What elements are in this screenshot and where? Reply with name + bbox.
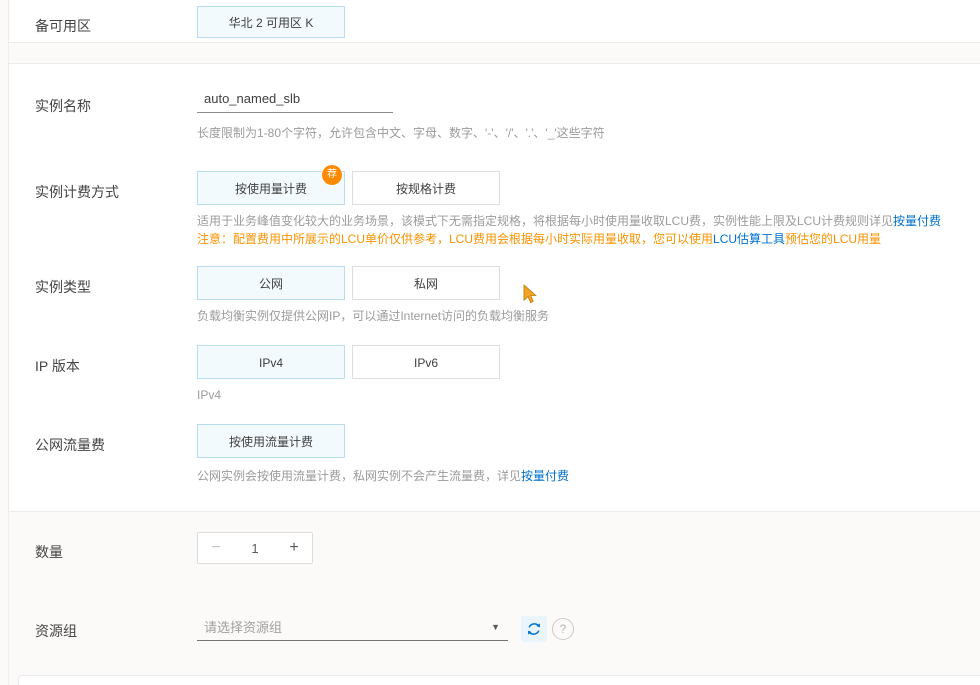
backup-zone-button[interactable]: 华北 2 可用区 K <box>197 6 345 38</box>
traffic-option-by-usage[interactable]: 按使用流量计费 <box>197 424 345 458</box>
refresh-button[interactable] <box>521 616 547 642</box>
billing-note-text: 注意：配置费用中所展示的LCU单价仅供参考，LCU费用会根据每小时实际用量收取，… <box>197 232 713 246</box>
billing-note-suffix: 预估您的LCU用量 <box>785 232 881 246</box>
traffic-fee-hint-text: 公网实例会按使用流量计费，私网实例不会产生流量费，详见 <box>197 469 521 483</box>
promo-badge-icon: 荐 <box>322 165 342 185</box>
refresh-icon <box>526 621 542 637</box>
type-option-private[interactable]: 私网 <box>352 266 500 300</box>
quantity-label: 数量 <box>35 542 63 562</box>
resource-group-select[interactable]: 请选择资源组 ▼ <box>197 613 508 641</box>
public-traffic-fee-label: 公网流量费 <box>35 435 105 455</box>
billing-method-label: 实例计费方式 <box>35 182 119 202</box>
ip-option-ipv6[interactable]: IPv6 <box>352 345 500 379</box>
instance-name-label: 实例名称 <box>35 96 91 116</box>
quantity-stepper: − 1 + <box>197 532 313 564</box>
help-icon[interactable]: ? <box>552 618 574 640</box>
pay-by-usage-link[interactable]: 按量付费 <box>893 214 941 228</box>
mouse-cursor-icon <box>523 284 538 305</box>
billing-option-spec[interactable]: 按规格计费 <box>352 171 500 205</box>
resource-group-label: 资源组 <box>35 621 77 641</box>
ip-version-hint: IPv4 <box>197 388 221 402</box>
instance-type-hint: 负载均衡实例仅提供公网IP，可以通过Internet访问的负载均衡服务 <box>197 307 549 324</box>
backup-zone-label: 备可用区 <box>35 16 91 36</box>
billing-description-text: 适用于业务峰值变化较大的业务场景，该模式下无需指定规格，将根据每小时使用量收取L… <box>197 214 893 228</box>
slb-create-form: 备可用区 华北 2 可用区 K 实例名称 长度限制为1-80个字符，允许包含中文… <box>0 0 980 685</box>
quantity-increase-button[interactable]: + <box>276 539 312 557</box>
instance-type-label: 实例类型 <box>35 277 91 297</box>
next-section-card <box>18 675 980 685</box>
billing-note: 注意：配置费用中所展示的LCU单价仅供参考，LCU费用会根据每小时实际用量收取，… <box>197 230 881 247</box>
chevron-down-icon: ▼ <box>491 622 508 632</box>
ip-version-label: IP 版本 <box>35 356 80 376</box>
ip-option-ipv4[interactable]: IPv4 <box>197 345 345 379</box>
zone-section-card <box>8 0 980 43</box>
quantity-value[interactable]: 1 <box>234 541 276 556</box>
traffic-pay-by-usage-link[interactable]: 按量付费 <box>521 469 569 483</box>
resource-group-placeholder: 请选择资源组 <box>197 617 491 636</box>
instance-name-input[interactable] <box>197 85 393 113</box>
quantity-decrease-button[interactable]: − <box>198 539 234 557</box>
lcu-estimator-link[interactable]: LCU估算工具 <box>713 232 785 246</box>
type-option-public[interactable]: 公网 <box>197 266 345 300</box>
instance-name-hint: 长度限制为1-80个字符，允许包含中文、字母、数字、'-'、'/'、'.'、'_… <box>197 124 605 141</box>
traffic-fee-hint: 公网实例会按使用流量计费，私网实例不会产生流量费，详见按量付费 <box>197 467 569 484</box>
billing-description: 适用于业务峰值变化较大的业务场景，该模式下无需指定规格，将根据每小时使用量收取L… <box>197 212 941 229</box>
